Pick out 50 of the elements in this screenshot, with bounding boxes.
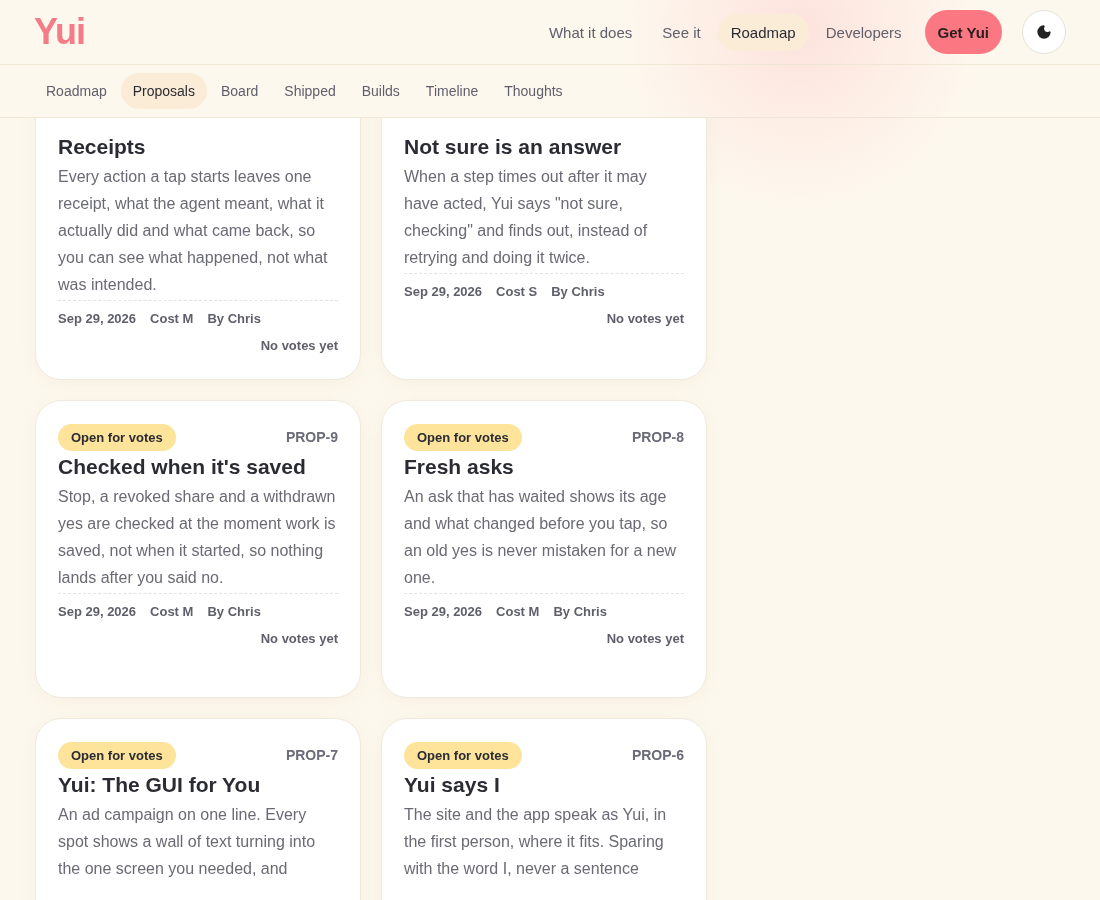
theme-toggle-button[interactable] bbox=[1022, 10, 1066, 54]
card-title: Not sure is an answer bbox=[404, 135, 623, 159]
date-text: Sep 29, 2026 bbox=[404, 284, 483, 299]
author-text: By Chris bbox=[207, 311, 261, 326]
card-title: Yui: The GUI for You bbox=[58, 773, 262, 797]
votes-text: No votes yet bbox=[260, 631, 338, 646]
subnav-tab[interactable]: Board bbox=[208, 73, 271, 109]
date-text: Sep 29, 2026 bbox=[404, 604, 483, 619]
proposal-id: PROP-8 bbox=[631, 429, 684, 445]
card-description: The site and the app speak as Yui, in the first person, where it fits. Sparing with the word I, never a sentence bbox=[404, 805, 668, 879]
status-badge: Open for votes bbox=[404, 741, 522, 769]
author-text: By Chris bbox=[551, 284, 605, 299]
subnav-tab[interactable]: Timeline bbox=[413, 73, 491, 109]
subnav-tab[interactable]: Roadmap bbox=[34, 73, 119, 109]
card-title: Fresh asks bbox=[404, 455, 515, 479]
votes-text: No votes yet bbox=[606, 311, 684, 326]
cost-text: Cost S bbox=[496, 284, 538, 299]
author-text: By Chris bbox=[207, 604, 261, 619]
card-title: Checked when it's saved bbox=[58, 455, 307, 479]
status-badge: Open for votes bbox=[58, 741, 176, 769]
card-description: Every action a tap starts leaves one receipt, what the agent meant, what it actually did and what came back, so you can see what happened, not what was intended. bbox=[58, 167, 329, 295]
status-badge: Open for votes bbox=[404, 423, 522, 451]
card-description: An ad campaign on one line. Every spot shows a wall of text turning into the one screen you needed, and bbox=[58, 805, 317, 879]
date-text: Sep 29, 2026 bbox=[58, 604, 137, 619]
subnav-tab[interactable]: Shipped bbox=[272, 73, 348, 109]
subnav-tab[interactable]: Builds bbox=[349, 73, 412, 109]
cost-text: Cost M bbox=[496, 604, 540, 619]
card-description: Stop, a revoked share and a withdrawn yes are checked at the moment work is saved, not when it started, so nothing lands after you said no. bbox=[58, 487, 337, 588]
card-title: Yui says I bbox=[404, 773, 501, 797]
card-description: When a step times out after it may have acted, Yui says "not sure, checking" and finds out, instead of retrying and doing it twice. bbox=[404, 167, 649, 268]
nav-link[interactable]: What it does bbox=[535, 13, 646, 51]
card-description: An ask that has waited shows its age and what changed before you tap, so an old yes is never mistaken for a new one. bbox=[404, 487, 678, 588]
votes-text: No votes yet bbox=[606, 631, 684, 646]
author-text: By Chris bbox=[553, 604, 607, 619]
card-title: Receipts bbox=[58, 135, 147, 159]
nav-link[interactable]: See it bbox=[649, 13, 714, 51]
votes-text: No votes yet bbox=[260, 338, 338, 353]
nav-link[interactable]: Roadmap bbox=[717, 13, 809, 51]
status-badge: Open for votes bbox=[58, 423, 176, 451]
cost-text: Cost M bbox=[150, 311, 194, 326]
proposal-id: PROP-7 bbox=[285, 747, 338, 763]
proposal-id: PROP-9 bbox=[285, 429, 338, 445]
subnav-tab[interactable]: Thoughts bbox=[492, 73, 575, 109]
cost-text: Cost M bbox=[150, 604, 194, 619]
moon-icon bbox=[1036, 24, 1052, 40]
get-button[interactable]: Get Yui bbox=[924, 10, 1002, 54]
proposal-id: PROP-6 bbox=[631, 747, 684, 763]
subnav-tab[interactable]: Proposals bbox=[120, 73, 207, 109]
nav-link[interactable]: Developers bbox=[812, 13, 915, 51]
date-text: Sep 29, 2026 bbox=[58, 311, 137, 326]
